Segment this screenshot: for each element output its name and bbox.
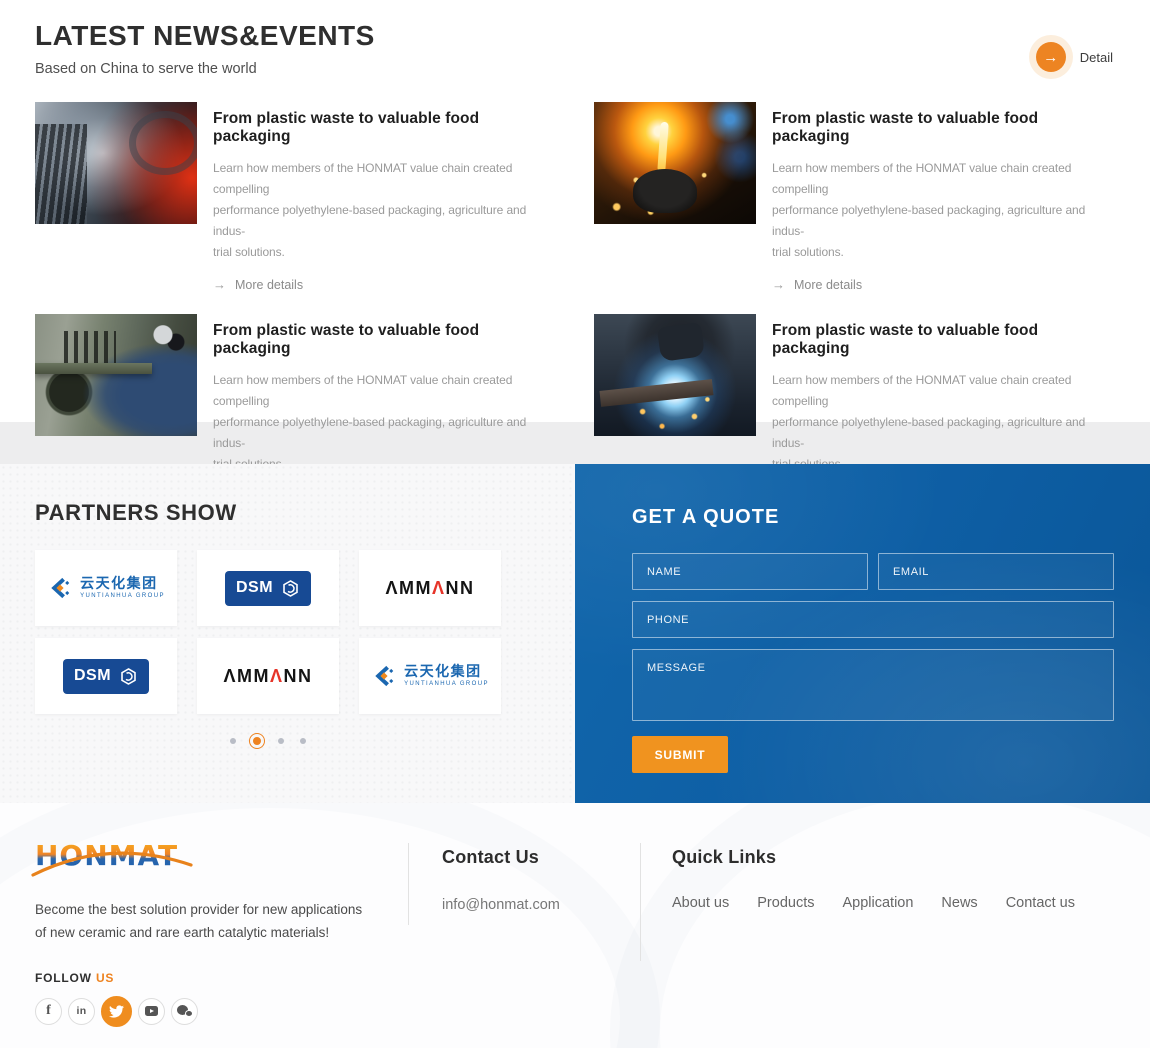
news-image-welding-sparks[interactable] (594, 314, 756, 436)
wechat-icon[interactable] (171, 998, 198, 1025)
message-textarea[interactable] (632, 649, 1114, 721)
ammann-logo: ΛMMΛNN (385, 578, 474, 599)
link-contact-us[interactable]: Contact us (1006, 895, 1075, 911)
yuntianhua-logo-icon (371, 663, 397, 689)
link-about-us[interactable]: About us (672, 895, 729, 911)
footer-quick-links: Quick Links About us Products Applicatio… (672, 847, 1075, 911)
footer-tagline: Become the best solution provider for ne… (35, 899, 380, 945)
dsm-logo: DSM (225, 571, 311, 606)
linkedin-icon[interactable]: in (68, 998, 95, 1025)
partners-title: PARTNERS SHOW (35, 500, 575, 526)
yuntianhua-logo-icon (47, 575, 73, 601)
news-section: LATEST NEWS&EVENTS Based on China to ser… (0, 0, 1150, 422)
news-excerpt: Learn how members of the HONMAT value ch… (772, 370, 1119, 475)
phone-input[interactable] (632, 601, 1114, 638)
news-image-metal-casting[interactable] (594, 102, 756, 224)
news-title[interactable]: From plastic waste to valuable food pack… (772, 322, 1119, 358)
name-input[interactable] (632, 553, 868, 590)
quick-links-heading: Quick Links (672, 847, 1075, 868)
twitter-icon[interactable] (101, 996, 132, 1027)
yuntianhua-logo: 云天化集团YUNTIANHUA GROUP (80, 576, 165, 600)
email-input[interactable] (878, 553, 1114, 590)
footer-contact: Contact Us info@honmat.com (442, 847, 560, 913)
link-application[interactable]: Application (842, 895, 913, 911)
news-section-subtitle: Based on China to serve the world (35, 61, 1115, 77)
more-details-link[interactable]: More details (213, 277, 303, 292)
footer-divider (408, 843, 409, 925)
news-section-title: LATEST NEWS&EVENTS (35, 20, 1115, 52)
news-title[interactable]: From plastic waste to valuable food pack… (772, 110, 1119, 146)
youtube-icon[interactable] (138, 998, 165, 1025)
news-image-tire-smoke[interactable] (35, 102, 197, 224)
page: LATEST NEWS&EVENTS Based on China to ser… (0, 0, 1150, 1048)
news-card: From plastic waste to valuable food pack… (594, 102, 1119, 294)
news-card: From plastic waste to valuable food pack… (35, 102, 560, 294)
carousel-dot[interactable] (249, 733, 265, 749)
facebook-icon[interactable]: f (35, 998, 62, 1025)
partners-section: PARTNERS SHOW 云天化集团YUNTIANHUA GROUP DSM … (0, 464, 575, 803)
news-excerpt: Learn how members of the HONMAT value ch… (213, 158, 560, 263)
news-title[interactable]: From plastic waste to valuable food pack… (213, 322, 560, 358)
partners-grid: 云天化集团YUNTIANHUA GROUP DSM ΛMMΛNN DSM ΛMM… (35, 550, 575, 714)
honmat-logo: HONMAT (35, 839, 195, 879)
submit-button[interactable]: SUBMIT (632, 736, 728, 773)
news-image-lathe-operator[interactable] (35, 314, 197, 436)
social-icons: f in (35, 996, 380, 1027)
follow-us-label: FOLLOW US (35, 971, 380, 985)
more-details-link[interactable]: More details (772, 277, 862, 292)
more-details-label: More details (794, 278, 862, 292)
partner-logo-card: 云天化集团YUNTIANHUA GROUP (35, 550, 177, 626)
mid-section: PARTNERS SHOW 云天化集团YUNTIANHUA GROUP DSM … (0, 464, 1150, 803)
arrow-right-icon (1036, 42, 1066, 72)
carousel-dots (35, 732, 501, 750)
carousel-dot[interactable] (300, 738, 306, 744)
arrow-right-icon (772, 277, 785, 292)
partner-logo-card: ΛMMΛNN (359, 550, 501, 626)
partner-logo-card: 云天化集团YUNTIANHUA GROUP (359, 638, 501, 714)
partner-logo-card: DSM (197, 550, 339, 626)
contact-email[interactable]: info@honmat.com (442, 897, 560, 913)
footer: HONMAT Become the best solution provider… (0, 803, 1150, 1048)
ammann-logo: ΛMMΛNN (223, 666, 312, 687)
link-products[interactable]: Products (757, 895, 814, 911)
honmat-logo-text: HONMAT (35, 839, 178, 872)
carousel-dot[interactable] (278, 738, 284, 744)
news-excerpt: Learn how members of the HONMAT value ch… (213, 370, 560, 475)
news-excerpt: Learn how members of the HONMAT value ch… (772, 158, 1119, 263)
partner-logo-card: DSM (35, 638, 177, 714)
dsm-logo: DSM (63, 659, 149, 694)
yuntianhua-logo: 云天化集团YUNTIANHUA GROUP (404, 664, 489, 688)
link-news[interactable]: News (941, 895, 977, 911)
footer-divider (640, 843, 641, 961)
detail-button[interactable]: Detail (1036, 42, 1113, 72)
quote-title: GET A QUOTE (632, 506, 1114, 529)
arrow-right-icon (213, 277, 226, 292)
quote-panel: GET A QUOTE SUBMIT (575, 464, 1150, 803)
carousel-dot[interactable] (230, 738, 236, 744)
detail-label: Detail (1080, 50, 1113, 65)
news-title[interactable]: From plastic waste to valuable food pack… (213, 110, 560, 146)
more-details-label: More details (235, 278, 303, 292)
contact-heading: Contact Us (442, 847, 560, 868)
partner-logo-card: ΛMMΛNN (197, 638, 339, 714)
quote-form: SUBMIT (632, 553, 1114, 773)
